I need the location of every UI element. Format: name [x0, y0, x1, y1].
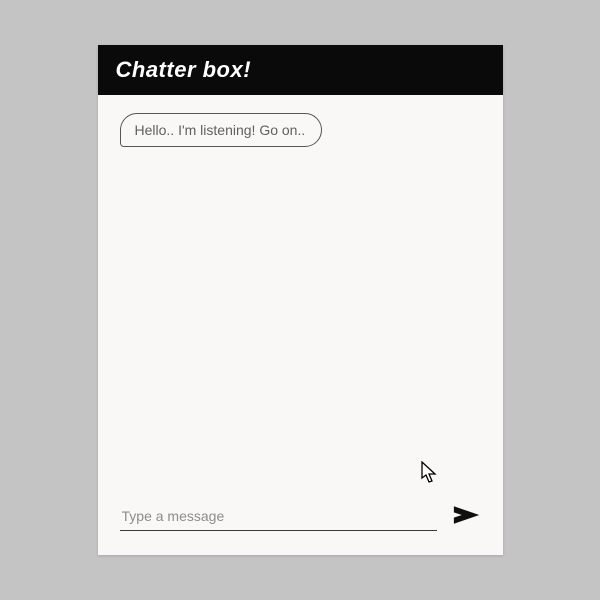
chat-window: Chatter box! Hello.. I'm listening! Go o… [98, 45, 503, 555]
bot-message-bubble: Hello.. I'm listening! Go on.. [120, 113, 323, 147]
bot-message-text: Hello.. I'm listening! Go on.. [135, 122, 306, 138]
message-input[interactable] [120, 502, 437, 531]
send-icon [453, 504, 481, 529]
chat-title: Chatter box! [116, 57, 252, 82]
chat-messages-area: Hello.. I'm listening! Go on.. [98, 95, 503, 492]
send-button[interactable] [449, 500, 485, 533]
chat-input-row [98, 492, 503, 555]
chat-header: Chatter box! [98, 45, 503, 95]
